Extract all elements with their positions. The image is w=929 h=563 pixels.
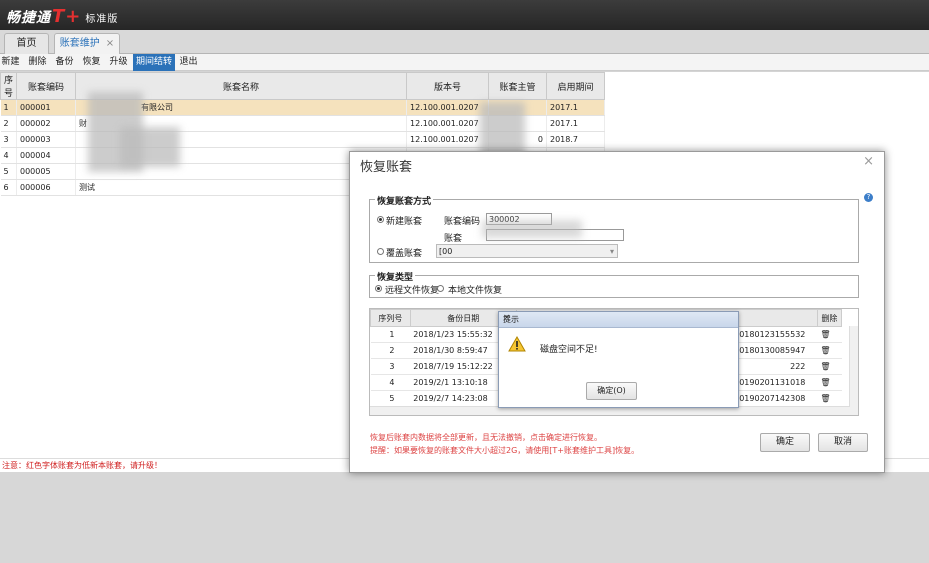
row-code: 000004 (16, 147, 76, 164)
backup-button[interactable]: 备份 (54, 54, 75, 71)
row-no: 3 (0, 131, 17, 148)
col-delete: 删除 (816, 309, 843, 327)
tab-strip: 首页 账套维护 × (0, 30, 929, 54)
restore-warning-note: 恢复后账套内数据将全部更新，且无法撤销，点击确定进行恢复。 (370, 433, 602, 442)
col-code: 账套编码 (16, 72, 76, 100)
row-version: 12.100.001.0207 (406, 115, 489, 132)
overwrite-label: 覆盖账套 (386, 249, 423, 259)
trash-icon[interactable]: 🗑 (817, 358, 842, 375)
row-no: 1 (0, 99, 17, 116)
row-no: 6 (0, 179, 17, 196)
app-name: 畅捷通 (6, 10, 51, 26)
redaction-blur (120, 127, 180, 167)
row-version: 12.100.001.0207 (406, 99, 489, 116)
backup-no: 5 (370, 390, 411, 407)
trash-icon[interactable]: 🗑 (817, 374, 842, 391)
dialog-title: 恢复账套 (360, 160, 413, 175)
new-button[interactable]: 新建 (0, 54, 21, 71)
overwrite-select-value: [00 (439, 247, 453, 256)
period-close-button[interactable]: 期间结转 (133, 54, 175, 71)
cancel-button[interactable]: 取消 (818, 433, 868, 452)
dialog-close-icon[interactable]: × (863, 154, 874, 169)
row-period: 2017.1 (546, 99, 605, 116)
restore-type-title: 恢复类型 (375, 270, 416, 283)
row-code: 000006 (16, 179, 76, 196)
local-restore-radio[interactable] (437, 285, 444, 292)
app-logo: 畅捷通T+ 标准版 (6, 6, 118, 27)
restore-size-note: 提醒：如果要恢复的账套文件大小超过2G，请使用[T+账套维护工具]恢复。 (370, 446, 640, 455)
alert-title-bar: 提示 × (499, 312, 738, 328)
trash-icon[interactable]: 🗑 (817, 390, 842, 407)
title-bar: 畅捷通T+ 标准版 (0, 0, 929, 30)
restore-method-title: 恢复账套方式 (375, 194, 434, 207)
tab-home-label: 首页 (16, 38, 37, 49)
local-restore-label: 本地文件恢复 (448, 286, 503, 296)
col-no: 序号 (0, 72, 17, 100)
col-manager: 账套主管 (488, 72, 547, 100)
backup-no: 1 (370, 326, 411, 343)
overwrite-account-select[interactable]: [00 ▾ (436, 244, 618, 258)
row-no: 4 (0, 147, 17, 164)
col-serial: 序列号 (370, 309, 411, 327)
alert-ok-button[interactable]: 确定(O) (586, 382, 637, 400)
restore-method-group: 恢复账套方式 新建账套 账套编码 300002 账套 覆盖账套 [00▾ (369, 194, 859, 263)
overwrite-radio[interactable] (377, 248, 384, 255)
tab-account-maintenance[interactable]: 账套维护 × (54, 33, 120, 54)
backup-no: 2 (370, 342, 411, 359)
row-version: 12.100.001.0207 (406, 131, 489, 148)
upgrade-button[interactable]: 升级 (108, 54, 129, 71)
tab-home[interactable]: 首页 (4, 33, 49, 54)
alert-close-icon[interactable]: × (503, 313, 733, 323)
remote-restore-radio[interactable] (375, 285, 382, 292)
account-name-label: 账套 (444, 234, 463, 244)
trash-icon[interactable]: 🗑 (817, 342, 842, 359)
new-account-label: 新建账套 (386, 217, 423, 227)
alert-dialog: 提示 × 磁盘空间不足! 确定(O) (498, 311, 739, 408)
remote-restore-label: 远程文件恢复 (385, 286, 440, 296)
tab-account-label: 账套维护 (59, 38, 100, 49)
col-period: 启用期间 (546, 72, 605, 100)
row-code: 000002 (16, 115, 76, 132)
delete-button[interactable]: 删除 (27, 54, 48, 71)
alert-message: 磁盘空间不足! (540, 345, 598, 355)
row-code: 000005 (16, 163, 76, 180)
app-tplus: T+ (52, 6, 82, 27)
new-account-radio[interactable] (377, 216, 384, 223)
ok-button[interactable]: 确定 (760, 433, 810, 452)
warning-icon (508, 336, 526, 352)
exit-button[interactable]: 退出 (178, 54, 199, 71)
row-no: 2 (0, 115, 17, 132)
backup-no: 3 (370, 358, 411, 375)
code-label: 账套编码 (444, 217, 481, 227)
row-code: 000003 (16, 131, 76, 148)
row-code: 000001 (16, 99, 76, 116)
redaction-blur (482, 220, 582, 238)
status-area (0, 472, 929, 563)
vertical-scrollbar[interactable] (849, 326, 858, 415)
restore-button[interactable]: 恢复 (81, 54, 102, 71)
footer-warning: 注意：红色字体账套为低新本账套，请升级！ (2, 461, 162, 470)
row-no: 5 (0, 163, 17, 180)
backup-no: 4 (370, 374, 411, 391)
row-period: 2018.7 (546, 131, 605, 148)
col-version: 版本号 (406, 72, 489, 100)
app-edition: 标准版 (85, 14, 119, 25)
restore-type-group: 恢复类型 远程文件恢复 本地文件恢复 (369, 270, 859, 298)
chevron-down-icon: ▾ (609, 247, 614, 256)
toolbar: 新建 删除 备份 恢复 升级 期间结转 退出 (0, 54, 929, 71)
trash-icon[interactable]: 🗑 (817, 326, 842, 343)
help-icon[interactable]: ? (864, 193, 873, 202)
tab-close-icon[interactable]: × (106, 38, 114, 49)
row-period: 2017.1 (546, 115, 605, 132)
